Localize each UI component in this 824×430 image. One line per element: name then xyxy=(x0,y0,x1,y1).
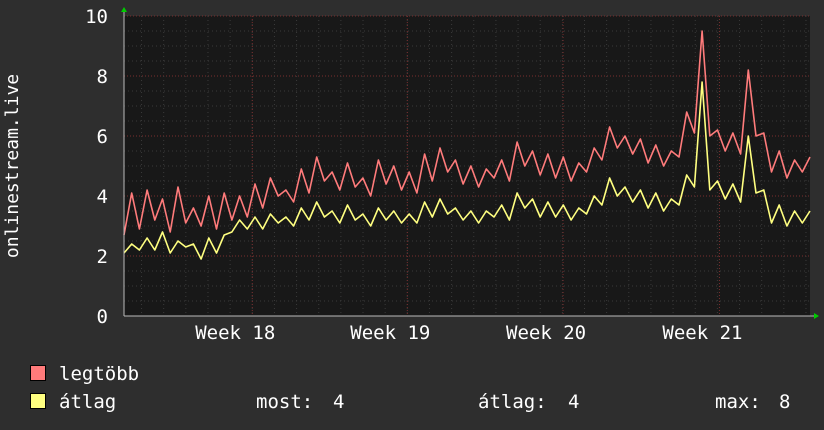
legend-label-max: legtöbb xyxy=(59,363,140,385)
y-tick-label: 8 xyxy=(97,66,108,88)
stat-avg-label: átlag: xyxy=(478,391,547,413)
legend-item-avg: átlag xyxy=(30,391,230,413)
stat-now-label: most: xyxy=(256,391,314,413)
y-axis-label: onlinestream.live xyxy=(2,74,23,258)
legend-swatch-avg xyxy=(30,393,46,409)
x-tick-label: Week 20 xyxy=(506,322,586,344)
y-tick-label: 2 xyxy=(97,246,108,268)
y-tick-label: 6 xyxy=(97,126,108,148)
x-tick-label: Week 19 xyxy=(350,322,430,344)
x-tick-label: Week 21 xyxy=(662,322,742,344)
x-axis-arrow-icon xyxy=(814,313,819,319)
stat-now-value: 4 xyxy=(333,391,345,413)
legend-swatch-max xyxy=(30,365,46,381)
stat-avg-value: 4 xyxy=(568,391,580,413)
legend-label-avg: átlag xyxy=(59,391,117,413)
stat-max-value: 8 xyxy=(779,391,791,413)
y-axis-arrow-icon xyxy=(121,7,127,12)
legend-item-max: legtöbb xyxy=(30,363,230,385)
stat-max-label: max: xyxy=(715,391,761,413)
plot-area xyxy=(124,16,810,316)
y-tick-label: 10 xyxy=(85,6,108,28)
y-tick-label: 0 xyxy=(97,306,108,328)
x-tick-label: Week 18 xyxy=(195,322,275,344)
y-tick-label: 4 xyxy=(97,186,108,208)
